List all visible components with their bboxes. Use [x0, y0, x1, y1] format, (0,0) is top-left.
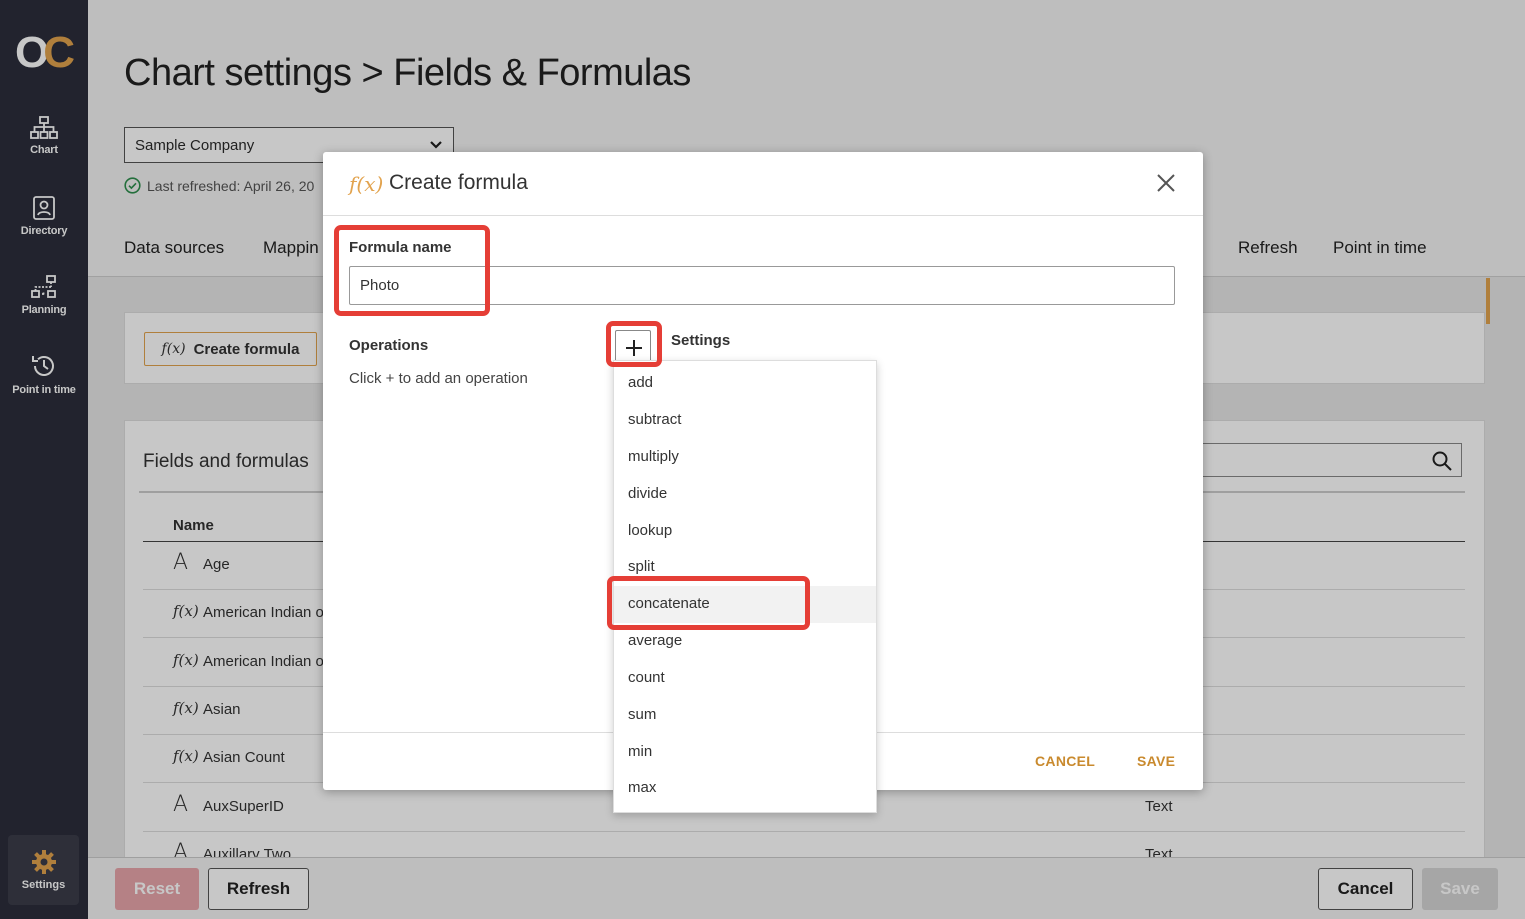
add-operation-button[interactable] — [615, 330, 651, 364]
dropdown-option-multiply[interactable]: multiply — [614, 439, 876, 476]
operation-dropdown: add subtract multiply divide lookup spli… — [613, 360, 877, 813]
dialog-save-button[interactable]: SAVE — [1137, 753, 1175, 769]
dropdown-option-min[interactable]: min — [614, 734, 876, 771]
formula-name-input[interactable]: Photo — [349, 266, 1175, 305]
dropdown-option-subtract[interactable]: subtract — [614, 402, 876, 439]
dropdown-option-concatenate[interactable]: concatenate — [614, 586, 876, 623]
dropdown-option-max[interactable]: max — [614, 770, 876, 807]
operations-hint: Click + to add an operation — [349, 370, 528, 387]
settings-label: Settings — [671, 332, 731, 349]
formula-name-label: Formula name — [349, 239, 452, 256]
operations-label: Operations — [349, 337, 429, 354]
close-icon[interactable] — [1155, 172, 1177, 194]
dropdown-option-average[interactable]: average — [614, 623, 876, 660]
dialog-cancel-button[interactable]: CANCEL — [1035, 753, 1095, 769]
dropdown-option-count[interactable]: count — [614, 660, 876, 697]
function-icon: f(x) — [349, 172, 384, 196]
dropdown-option-sum[interactable]: sum — [614, 697, 876, 734]
dropdown-option-lookup[interactable]: lookup — [614, 513, 876, 550]
dropdown-option-divide[interactable]: divide — [614, 476, 876, 513]
dropdown-option-split[interactable]: split — [614, 549, 876, 586]
dropdown-option-add[interactable]: add — [614, 365, 876, 402]
dialog-header: f(x) Create formula — [323, 152, 1203, 216]
plus-icon — [626, 340, 642, 356]
dialog-title: Create formula — [389, 171, 528, 194]
